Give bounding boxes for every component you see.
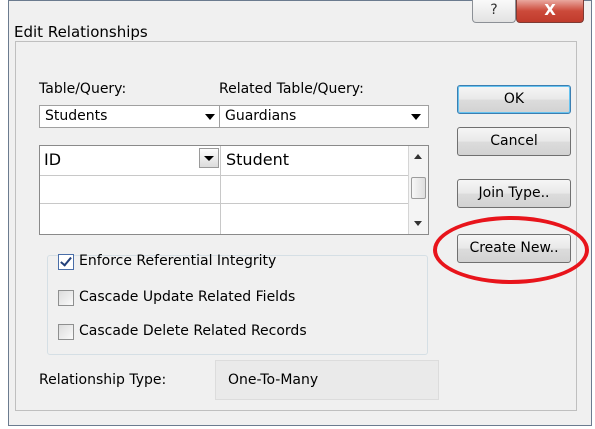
dialog-title: Edit Relationships <box>14 23 148 41</box>
close-button[interactable]: X <box>516 0 584 23</box>
relationship-type-label: Relationship Type: <box>39 372 167 388</box>
ok-button[interactable]: OK <box>457 85 571 114</box>
grid-cell-text: ID <box>44 150 62 169</box>
grid-cell-table-field[interactable] <box>40 204 221 234</box>
grid-scrollbar[interactable] <box>408 146 428 234</box>
cascade-update-label: Cascade Update Related Fields <box>79 289 296 305</box>
cascade-update-checkbox[interactable] <box>58 290 74 306</box>
table-query-select[interactable]: Students <box>39 105 223 128</box>
enforce-integrity-label: Enforce Referential Integrity <box>79 253 277 269</box>
integrity-options-group <box>47 255 428 355</box>
close-icon: X <box>544 1 556 19</box>
relationship-type-value-box: One-To-Many <box>215 360 439 400</box>
table-query-value: Students <box>45 108 108 124</box>
table-query-label: Table/Query: <box>39 81 127 97</box>
grid-cell-related-field[interactable] <box>221 176 409 204</box>
join-type-button[interactable]: Join Type.. <box>457 179 571 208</box>
grid-cell-table-field[interactable] <box>40 176 221 204</box>
help-icon: ? <box>490 2 498 18</box>
highlight-circle <box>433 216 589 284</box>
related-table-query-value: Guardians <box>225 108 297 124</box>
scroll-thumb[interactable] <box>411 177 426 199</box>
help-button[interactable]: ? <box>472 0 516 23</box>
scroll-up-icon[interactable] <box>414 154 422 159</box>
field-dropdown-button[interactable] <box>199 148 219 168</box>
edit-relationships-dialog: ? X Edit Relationships Table/Query: Rela… <box>8 0 592 426</box>
grid-cell-table-field[interactable]: ID <box>40 146 221 176</box>
enforce-integrity-checkbox[interactable] <box>58 254 74 270</box>
grid-cell-text: Student <box>226 150 289 169</box>
chevron-down-icon <box>204 156 214 161</box>
relationship-type-value: One-To-Many <box>228 372 319 388</box>
related-table-query-select[interactable]: Guardians <box>219 105 429 128</box>
related-table-query-label: Related Table/Query: <box>219 81 364 97</box>
grid-cell-related-field[interactable] <box>221 204 409 234</box>
scroll-down-icon[interactable] <box>414 221 422 226</box>
cascade-delete-label: Cascade Delete Related Records <box>79 323 307 339</box>
field-mapping-grid: ID Student <box>39 145 429 235</box>
chevron-down-icon <box>411 114 421 120</box>
cascade-delete-checkbox[interactable] <box>58 324 74 340</box>
cancel-button[interactable]: Cancel <box>457 127 571 156</box>
grid-cell-related-field[interactable]: Student <box>221 146 409 176</box>
chevron-down-icon <box>205 114 215 120</box>
